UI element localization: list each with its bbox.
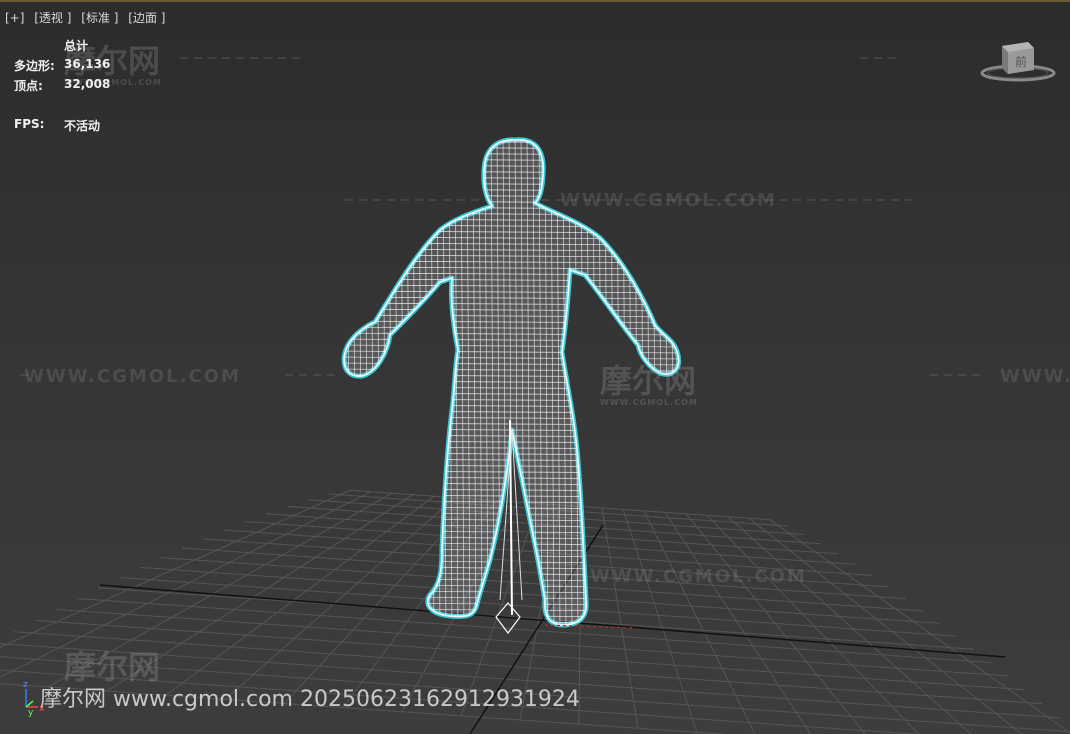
viewport-pov-menu[interactable]: [透视 ] xyxy=(34,11,71,25)
svg-text:z: z xyxy=(23,680,28,690)
watermark-url: WWW.CGMOL.COM xyxy=(24,366,241,387)
3d-viewport[interactable]: WWW.CGMOL.COM WWW.CGMOL.COM WWW.CGMOL.CO… xyxy=(0,0,1070,734)
viewport-shading-menu[interactable]: [标准 ] xyxy=(81,11,118,25)
viewcube-face-label: 前 xyxy=(1015,54,1027,69)
svg-text:y: y xyxy=(28,708,34,717)
watermark-url: WWW.CGMOL.COM xyxy=(560,190,777,211)
polygons-label: 多边形: xyxy=(14,59,55,73)
bottom-watermark: 摩尔网 www.cgmol.com 2025062316291293192​4 xyxy=(40,687,580,712)
vertices-value: 32,008 xyxy=(64,77,111,91)
fps-label: FPS: xyxy=(14,117,45,131)
fps-value: 不活动 xyxy=(64,119,101,133)
polygons-value: 36,136 xyxy=(64,57,111,71)
watermark-url: WWW.CGMOL.COM xyxy=(590,566,807,587)
watermark-url: WWW.CGMOL.COM xyxy=(1000,366,1070,387)
viewport-label-menu: [+] [透视 ] [标准 ] [边面 ] xyxy=(5,9,171,26)
stats-header: 总计 xyxy=(64,39,89,53)
viewcube[interactable]: 前 xyxy=(978,38,1058,86)
viewport-display-menu[interactable]: [边面 ] xyxy=(128,11,165,25)
viewport-plus-menu[interactable]: [+] xyxy=(5,11,24,25)
watermark-logo: 摩尔网 WWW.CGMOL.COM xyxy=(600,362,698,407)
vertices-label: 顶点: xyxy=(14,79,43,93)
